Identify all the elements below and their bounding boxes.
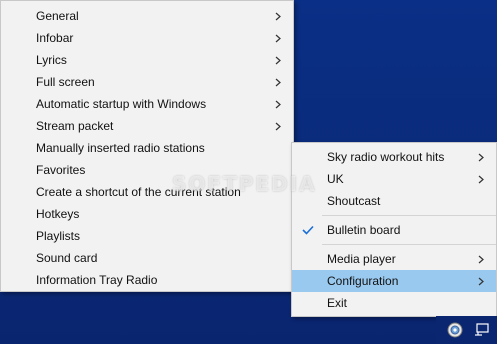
chevron-right-icon [476, 270, 486, 292]
menu-item-label: Create a shortcut of the current station [36, 185, 241, 199]
menu-item-manual-stations[interactable]: Manually inserted radio stations [1, 137, 293, 159]
menu-item-shoutcast[interactable]: Shoutcast [292, 190, 496, 212]
chevron-right-icon [273, 27, 283, 49]
menu-item-label: Infobar [36, 31, 74, 45]
menu-item-label: Exit [327, 296, 348, 310]
menu-item-label: Automatic startup with Windows [36, 97, 207, 111]
menu-item-exit[interactable]: Exit [292, 292, 496, 314]
menu-item-configuration[interactable]: Configuration [292, 270, 496, 292]
chevron-right-icon [476, 146, 486, 168]
menu-item-general[interactable]: General [1, 5, 293, 27]
menu-item-label: Lyrics [36, 53, 67, 67]
menu-item-media-player[interactable]: Media player [292, 248, 496, 270]
menu-item-create-shortcut[interactable]: Create a shortcut of the current station [1, 181, 293, 203]
menu-separator [322, 244, 496, 245]
menu-item-label: Hotkeys [36, 207, 80, 221]
checkmark-icon [300, 219, 316, 241]
menu-item-stream-packet[interactable]: Stream packet [1, 115, 293, 137]
radio-tray-icon[interactable] [444, 319, 466, 341]
menu-item-sound-card[interactable]: Sound card [1, 247, 293, 269]
tray-context-menu: Sky radio workout hits UK Shoutcast Bull… [291, 142, 497, 317]
chevron-right-icon [273, 115, 283, 137]
configuration-submenu: General Infobar Lyrics Full screen Autom… [0, 0, 294, 292]
menu-item-label: Sound card [36, 251, 98, 265]
menu-item-label: Manually inserted radio stations [36, 141, 205, 155]
chevron-right-icon [476, 248, 486, 270]
chevron-right-icon [273, 71, 283, 93]
menu-item-information[interactable]: Information Tray Radio [1, 269, 293, 291]
menu-item-label: Full screen [36, 75, 95, 89]
menu-separator [322, 215, 496, 216]
menu-item-sky-radio[interactable]: Sky radio workout hits [292, 146, 496, 168]
menu-item-lyrics[interactable]: Lyrics [1, 49, 293, 71]
menu-item-full-screen[interactable]: Full screen [1, 71, 293, 93]
menu-item-label: Stream packet [36, 119, 114, 133]
menu-item-label: Bulletin board [327, 223, 401, 237]
chevron-right-icon [273, 5, 283, 27]
menu-item-label: Shoutcast [327, 194, 381, 208]
menu-item-label: Configuration [327, 274, 399, 288]
menu-item-label: Information Tray Radio [36, 273, 158, 287]
menu-item-bulletin-board[interactable]: Bulletin board [292, 219, 496, 241]
chevron-right-icon [273, 93, 283, 115]
network-icon[interactable] [471, 319, 493, 341]
menu-item-label: General [36, 9, 79, 23]
chevron-right-icon [273, 49, 283, 71]
menu-item-label: UK [327, 172, 344, 186]
menu-item-label: Media player [327, 252, 396, 266]
menu-item-playlists[interactable]: Playlists [1, 225, 293, 247]
menu-item-label: Playlists [36, 229, 81, 243]
menu-item-label: Sky radio workout hits [327, 150, 445, 164]
chevron-right-icon [476, 168, 486, 190]
menu-item-automatic-startup[interactable]: Automatic startup with Windows [1, 93, 293, 115]
menu-item-hotkeys[interactable]: Hotkeys [1, 203, 293, 225]
menu-item-uk[interactable]: UK [292, 168, 496, 190]
menu-item-label: Favorites [36, 163, 86, 177]
menu-item-infobar[interactable]: Infobar [1, 27, 293, 49]
menu-item-favorites[interactable]: Favorites [1, 159, 293, 181]
taskbar-tray [436, 316, 497, 344]
